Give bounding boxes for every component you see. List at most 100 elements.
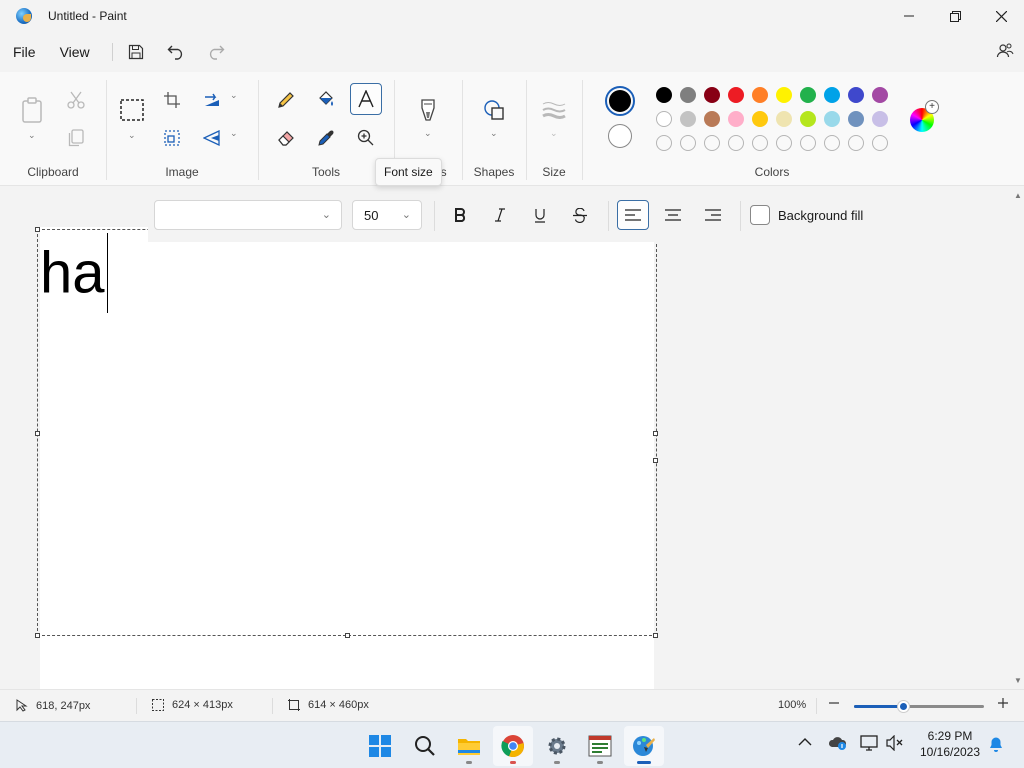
magnifier-button[interactable] — [350, 122, 382, 154]
color-swatch[interactable] — [728, 87, 744, 103]
font-size-dropdown[interactable]: 50 ⌄ — [352, 200, 422, 230]
color-swatch[interactable] — [872, 111, 888, 127]
primary-color-button[interactable] — [605, 86, 635, 116]
task-manager-button[interactable] — [580, 726, 620, 766]
cut-button[interactable] — [60, 84, 92, 116]
custom-color-slot[interactable] — [704, 135, 720, 151]
rotate-chevron-icon[interactable]: ⌄ — [230, 90, 238, 101]
custom-color-slot[interactable] — [872, 135, 888, 151]
color-swatch[interactable] — [704, 87, 720, 103]
custom-color-slot[interactable] — [776, 135, 792, 151]
zoom-in-button[interactable] — [997, 697, 1017, 709]
select-button[interactable] — [116, 94, 148, 126]
text-box-selection[interactable] — [35, 227, 658, 638]
redo-button[interactable] — [201, 37, 231, 67]
crop-button[interactable] — [156, 84, 188, 116]
menu-file[interactable]: File — [0, 44, 48, 60]
italic-button[interactable] — [484, 200, 516, 230]
custom-color-slot[interactable] — [800, 135, 816, 151]
align-left-button[interactable] — [617, 200, 649, 230]
color-swatch[interactable] — [680, 87, 696, 103]
resize-handle[interactable] — [653, 431, 658, 436]
custom-color-slot[interactable] — [728, 135, 744, 151]
color-swatch[interactable] — [656, 87, 672, 103]
close-button[interactable] — [978, 0, 1024, 32]
search-button[interactable] — [405, 726, 445, 766]
system-clock[interactable]: 6:29 PM 10/16/2023 — [914, 728, 986, 760]
font-family-dropdown[interactable]: ⌄ — [154, 200, 342, 230]
maximize-button[interactable] — [932, 0, 978, 32]
color-swatch[interactable] — [800, 111, 816, 127]
color-swatch[interactable] — [800, 87, 816, 103]
background-fill-toggle[interactable]: Background fill — [750, 205, 863, 225]
canvas-text-box[interactable]: ha — [40, 233, 108, 317]
shapes-button[interactable] — [478, 94, 510, 126]
custom-color-slot[interactable] — [656, 135, 672, 151]
notifications-button[interactable] — [988, 735, 1004, 756]
custom-color-slot[interactable] — [752, 135, 768, 151]
paste-button[interactable] — [16, 94, 48, 126]
scroll-up-icon[interactable]: ▲ — [1014, 191, 1022, 200]
brushes-chevron-icon[interactable]: ⌄ — [424, 128, 432, 139]
paint-taskbar-button[interactable] — [624, 726, 664, 766]
copy-button[interactable] — [60, 122, 92, 154]
select-chevron-icon[interactable]: ⌄ — [128, 130, 136, 141]
custom-color-slot[interactable] — [680, 135, 696, 151]
pencil-button[interactable] — [270, 84, 302, 116]
strikethrough-button[interactable] — [564, 200, 596, 230]
color-swatch[interactable] — [704, 111, 720, 127]
custom-color-slot[interactable] — [848, 135, 864, 151]
color-swatch[interactable] — [752, 111, 768, 127]
custom-color-slot[interactable] — [824, 135, 840, 151]
resize-handle[interactable] — [653, 633, 658, 638]
size-button[interactable] — [538, 94, 570, 126]
scroll-down-icon[interactable]: ▼ — [1014, 676, 1022, 685]
text-button[interactable] — [350, 83, 382, 115]
onedrive-button[interactable] — [828, 735, 848, 754]
color-swatch[interactable] — [872, 87, 888, 103]
display-button[interactable] — [860, 735, 878, 754]
color-swatch[interactable] — [728, 111, 744, 127]
show-hidden-icons-button[interactable] — [798, 736, 812, 750]
color-swatch[interactable] — [680, 111, 696, 127]
zoom-level[interactable]: 100% — [778, 699, 806, 711]
color-swatch[interactable] — [776, 87, 792, 103]
color-swatch[interactable] — [824, 87, 840, 103]
flip-button[interactable] — [196, 122, 228, 154]
chrome-button[interactable] — [493, 726, 533, 766]
resize-handle[interactable] — [35, 431, 40, 436]
undo-button[interactable] — [161, 37, 191, 67]
size-chevron-icon[interactable]: ⌄ — [550, 128, 558, 139]
vertical-scrollbar[interactable]: ▲ ▼ — [1012, 187, 1024, 689]
color-swatch[interactable] — [656, 111, 672, 127]
fill-button[interactable] — [310, 84, 342, 116]
file-explorer-button[interactable] — [449, 726, 489, 766]
paste-chevron-icon[interactable]: ⌄ — [28, 130, 36, 141]
canvas-resize-handle[interactable] — [653, 458, 658, 463]
zoom-slider[interactable] — [854, 700, 984, 713]
underline-button[interactable] — [524, 200, 556, 230]
volume-button[interactable] — [886, 734, 904, 754]
color-swatch[interactable] — [752, 87, 768, 103]
start-button[interactable] — [360, 726, 400, 766]
color-swatch[interactable] — [776, 111, 792, 127]
color-swatch[interactable] — [824, 111, 840, 127]
zoom-slider-thumb[interactable] — [897, 700, 911, 713]
resize-handle[interactable] — [345, 633, 350, 638]
bold-button[interactable] — [444, 200, 476, 230]
background-fill-checkbox[interactable] — [750, 205, 770, 225]
eraser-button[interactable] — [270, 122, 302, 154]
rotate-button[interactable] — [196, 84, 228, 116]
resize-handle[interactable] — [35, 633, 40, 638]
color-swatch[interactable] — [848, 111, 864, 127]
secondary-color-button[interactable] — [608, 124, 632, 148]
settings-button[interactable] — [537, 726, 577, 766]
resize-handle[interactable] — [35, 227, 40, 232]
zoom-out-button[interactable] — [828, 697, 848, 709]
edit-colors-icon[interactable] — [910, 100, 939, 132]
account-button[interactable] — [996, 42, 1014, 63]
align-right-button[interactable] — [697, 200, 729, 230]
minimize-button[interactable] — [886, 0, 932, 32]
flip-chevron-icon[interactable]: ⌄ — [230, 128, 238, 139]
color-swatch[interactable] — [848, 87, 864, 103]
